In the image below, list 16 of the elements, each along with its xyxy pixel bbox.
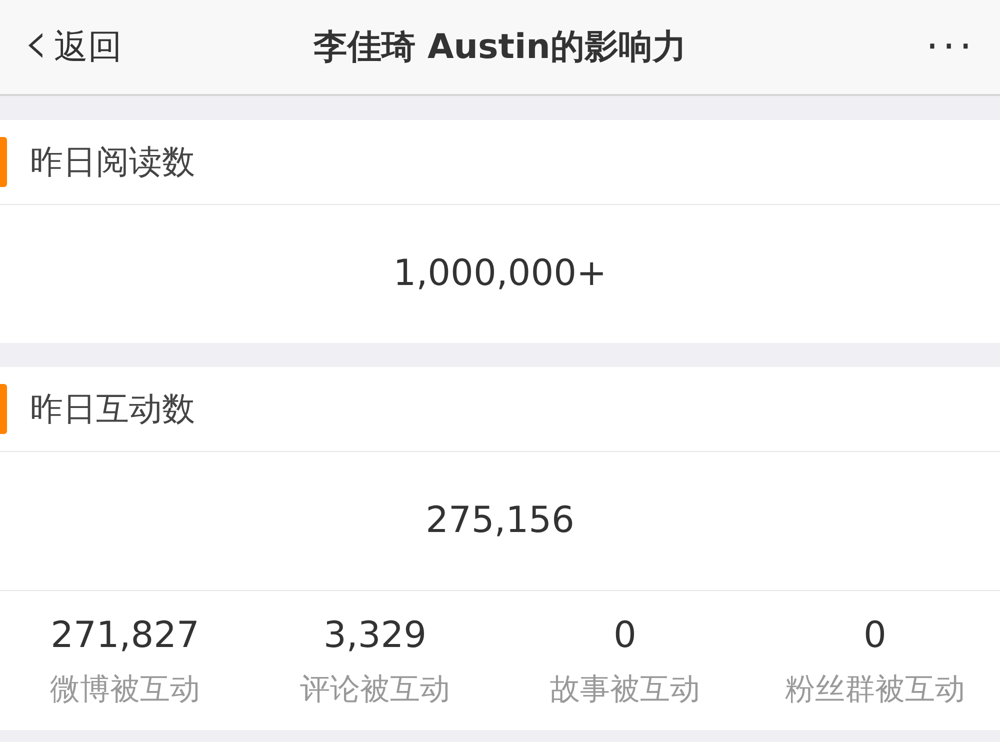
stat-label: 评论被互动 <box>300 671 450 709</box>
stat-label: 微博被互动 <box>50 671 200 709</box>
accent-bar <box>0 137 7 187</box>
stat-value: 3,329 <box>323 614 427 658</box>
page-title: 李佳琦 Austin的影响力 <box>314 26 686 68</box>
stat-label: 粉丝群被互动 <box>785 671 965 709</box>
total-value: 1,000,000+ <box>393 252 607 296</box>
stat-value: 0 <box>614 614 636 658</box>
stat-value: 0 <box>864 614 886 658</box>
section-title: 昨日阅读数 <box>30 141 195 184</box>
accent-bar <box>0 384 7 434</box>
stat-value: 271,827 <box>50 614 200 658</box>
section-title: 昨日互动数 <box>30 388 195 430</box>
more-button[interactable]: ··· <box>926 17 1000 77</box>
stat-label: 故事被互动 <box>550 671 700 709</box>
total-value: 275,156 <box>426 499 574 543</box>
